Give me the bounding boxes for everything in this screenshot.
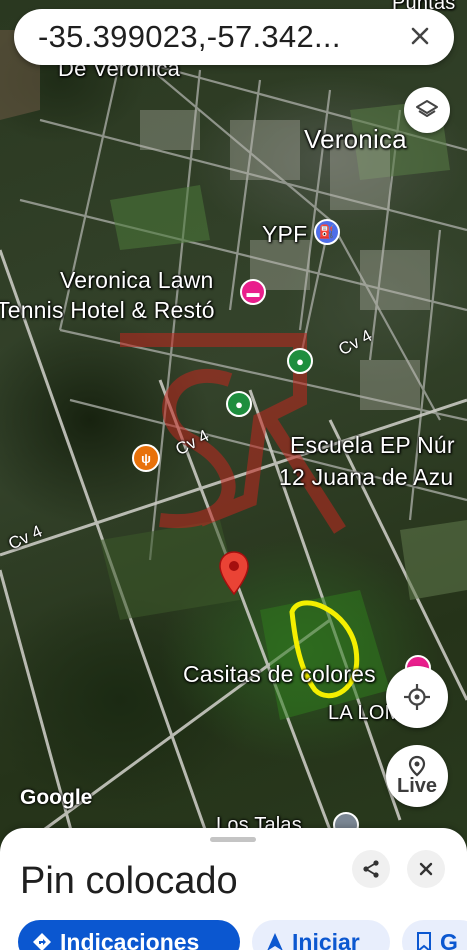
park-icon[interactable]: ● <box>226 391 252 417</box>
start-navigation-button[interactable]: Iniciar <box>252 920 390 950</box>
directions-icon <box>33 933 51 950</box>
my-location-button[interactable] <box>386 666 448 728</box>
live-view-label: Live <box>396 774 438 797</box>
save-label: G <box>440 928 458 950</box>
sheet-drag-handle[interactable] <box>210 837 256 842</box>
live-view-icon <box>408 755 426 776</box>
close-icon <box>419 862 433 876</box>
share-button[interactable] <box>352 850 390 888</box>
bookmark-icon <box>417 932 431 950</box>
search-query-text[interactable]: -35.399023,-57.342... <box>38 19 408 55</box>
place-bottom-sheet[interactable]: Pin colocado Indicaciones Iniciar G <box>0 828 467 950</box>
save-button[interactable]: G <box>402 920 467 950</box>
google-logo: Google <box>20 786 93 809</box>
live-view-button[interactable]: Live <box>386 745 448 807</box>
directions-label: Indicaciones <box>60 928 200 950</box>
map-label-ypf[interactable]: YPF <box>262 221 307 248</box>
fuel-station-icon[interactable]: ⛽ <box>314 219 340 245</box>
map-label-veronica[interactable]: Veronica <box>304 124 407 155</box>
map-label-casitas[interactable]: Casitas de colores <box>183 661 376 688</box>
search-bar[interactable]: -35.399023,-57.342... <box>14 9 454 65</box>
navigation-icon <box>267 933 283 950</box>
share-icon <box>363 860 379 878</box>
map-label-school-line2[interactable]: 12 Juana de Azu <box>279 464 453 491</box>
satellite-map[interactable]: De Veronica Veronica YPF Veronica Lawn T… <box>0 0 467 950</box>
close-icon[interactable] <box>406 22 434 50</box>
close-sheet-button[interactable] <box>407 850 445 888</box>
layers-button[interactable] <box>404 87 450 133</box>
map-label-hotel-line2[interactable]: Tennis Hotel & Restó <box>0 297 215 324</box>
directions-button[interactable]: Indicaciones <box>18 920 240 950</box>
map-pin-icon[interactable] <box>219 551 249 595</box>
layers-icon <box>416 100 438 117</box>
my-location-icon <box>404 684 430 710</box>
restaurant-icon[interactable]: ψ <box>132 444 160 472</box>
sheet-title: Pin colocado <box>20 860 238 902</box>
hotel-icon[interactable]: ▬ <box>240 279 266 305</box>
map-label-hotel-line1[interactable]: Veronica Lawn <box>60 267 213 294</box>
map-label-school-line1[interactable]: Escuela EP Núr <box>290 432 455 459</box>
start-navigation-label: Iniciar <box>292 928 360 950</box>
park-icon[interactable]: ● <box>287 348 313 374</box>
